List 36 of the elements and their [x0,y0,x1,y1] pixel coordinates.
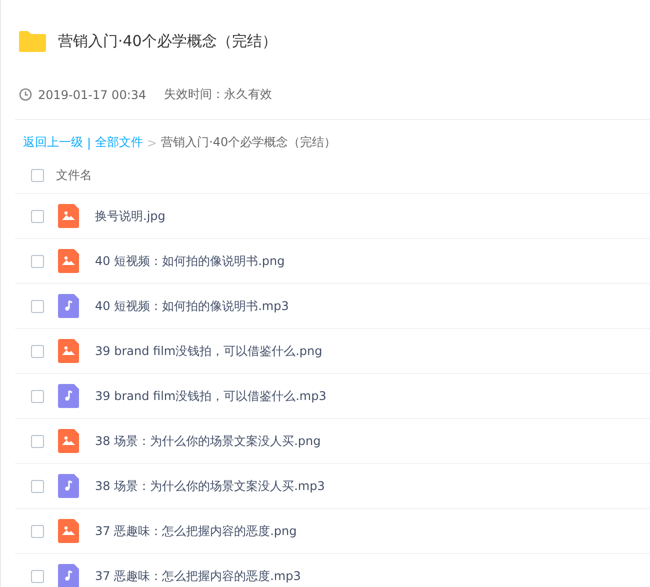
row-checkbox[interactable] [31,524,44,538]
image-file-icon [58,339,79,363]
row-checkbox[interactable] [31,254,44,268]
file-name[interactable]: 37 恶趣味：怎么把握内容的恶度.png [95,522,297,540]
row-checkbox[interactable] [31,434,44,448]
audio-file-icon [58,294,79,318]
image-file-icon [58,519,79,543]
row-checkbox[interactable] [31,390,44,402]
folder-icon [19,30,46,52]
separator: | [87,136,92,150]
row-checkbox[interactable] [31,300,44,312]
image-file-icon [58,249,79,273]
file-name[interactable]: 39 brand film没钱拍，可以借鉴什么.mp3 [95,388,326,404]
file-name[interactable]: 40 短视频：如何拍的像说明书.mp3 [95,298,289,314]
row-checkbox[interactable] [31,210,44,222]
file-name[interactable]: 37 恶趣味：怎么把握内容的恶度.mp3 [95,568,301,584]
share-date: 2019-01-17 00:34 [38,88,146,102]
file-name[interactable]: 38 场景：为什么你的场景文案没人买.mp3 [95,478,325,494]
audio-file-icon [58,474,79,498]
image-file-icon [58,429,79,453]
file-name[interactable]: 换号说明.jpg [95,208,166,224]
column-header: 文件名 [56,166,92,184]
row-checkbox[interactable] [31,570,44,582]
breadcrumb-arrow: > [147,136,158,150]
file-name[interactable]: 38 场景：为什么你的场景文案没人买.png [95,432,321,450]
row-checkbox[interactable] [31,344,44,358]
file-name[interactable]: 39 brand film没钱拍，可以借鉴什么.png [95,342,322,360]
folder-title: 营销入门·40个必学概念（完结） [58,32,277,50]
current-folder: 营销入门·40个必学概念（完结） [161,134,336,151]
file-name[interactable]: 40 短视频：如何拍的像说明书.png [95,252,285,270]
clock-icon [19,88,32,101]
row-checkbox[interactable] [31,480,44,492]
audio-file-icon [58,384,79,408]
expiry-text: 失效时间：永久有效 [164,86,272,103]
select-all-checkbox[interactable] [31,168,44,182]
image-file-icon [58,204,79,228]
